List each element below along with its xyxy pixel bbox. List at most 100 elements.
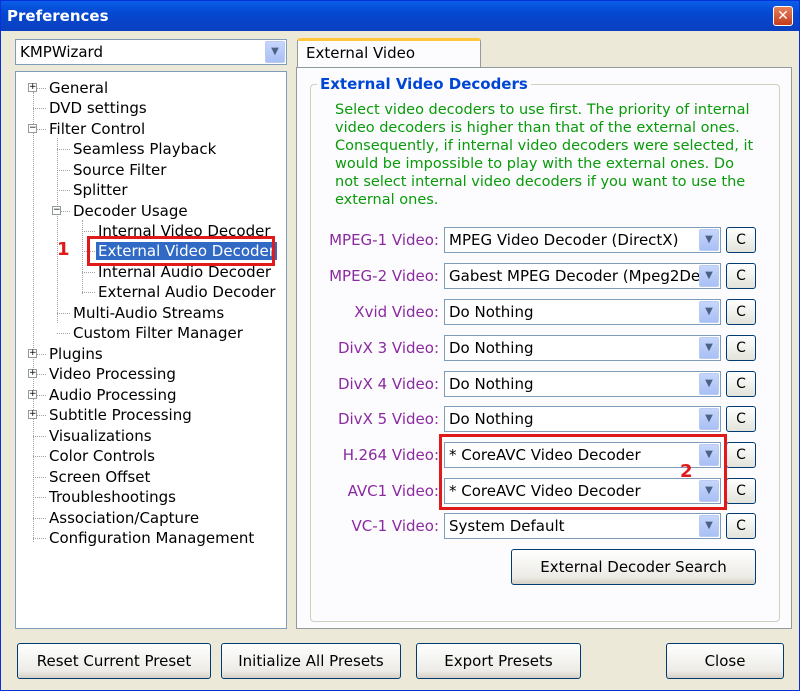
tree-connector	[33, 497, 46, 498]
tree-connector	[57, 190, 70, 191]
export-presets-button[interactable]: Export Presets	[416, 643, 581, 679]
select-value: MPEG Video Decoder (DirectX)	[449, 231, 679, 249]
tree-connector	[33, 92, 34, 542]
tree-item-label: Plugins	[49, 345, 103, 363]
h-264-video-label: H.264 Video:	[342, 446, 439, 464]
tree-item-label: Subtitle Processing	[49, 406, 192, 424]
tree-item-general[interactable]: General	[47, 78, 110, 98]
chevron-down-icon[interactable]: ▼	[699, 408, 719, 430]
tree-connector	[57, 333, 70, 334]
tree-item-label: Audio Processing	[49, 386, 177, 404]
tree-item-label: Decoder Usage	[73, 202, 188, 220]
collapse-icon[interactable]: −	[52, 206, 61, 215]
vc-1-video-c-button[interactable]: C	[726, 513, 756, 539]
chevron-down-icon[interactable]: ▼	[699, 265, 719, 287]
reset-current-preset-button[interactable]: Reset Current Preset	[17, 643, 211, 679]
initialize-all-presets-button[interactable]: Initialize All Presets	[221, 643, 401, 679]
tree-connector	[57, 313, 70, 314]
xvid-video-label: Xvid Video:	[354, 303, 439, 321]
divx-4-video-c-button[interactable]: C	[726, 371, 756, 397]
title-bar: Preferences ✕	[1, 1, 799, 31]
tree-item-visualizations[interactable]: Visualizations	[47, 426, 154, 446]
tree-item-splitter[interactable]: Splitter	[71, 180, 130, 200]
h-264-video-c-button[interactable]: C	[726, 442, 756, 468]
expand-icon[interactable]: +	[28, 390, 37, 399]
tree-item-label: Visualizations	[49, 427, 152, 445]
mpeg-2-video-select[interactable]: Gabest MPEG Decoder (Mpeg2DecF ▼	[444, 263, 721, 289]
tree-item-label: Seamless Playback	[73, 140, 217, 158]
chevron-down-icon[interactable]: ▼	[265, 41, 285, 63]
tree-item-label: External Audio Decoder	[98, 283, 276, 301]
tree-item-configuration-management[interactable]: Configuration Management	[47, 528, 256, 548]
tree-item-label: Filter Control	[49, 120, 146, 138]
expand-icon[interactable]: +	[28, 369, 37, 378]
mpeg-1-video-select[interactable]: MPEG Video Decoder (DirectX) ▼	[444, 227, 721, 253]
tree-item-filter-control[interactable]: Filter Control	[47, 119, 147, 139]
tree-connector	[33, 477, 46, 478]
avc1-video-c-button[interactable]: C	[726, 478, 756, 504]
divx-3-video-label: DivX 3 Video:	[337, 339, 439, 357]
tree-connector	[33, 456, 46, 457]
window-title: Preferences	[7, 7, 109, 25]
settings-tree[interactable]: General + DVD settings Filter Control − Seaml…	[15, 71, 287, 629]
collapse-icon[interactable]: −	[28, 124, 37, 133]
tree-item-subtitle-processing[interactable]: Subtitle Processing	[47, 405, 194, 425]
expand-icon[interactable]: +	[28, 83, 37, 92]
preset-select[interactable]: KMPWizard ▼	[15, 39, 287, 65]
tree-item-label: General	[49, 79, 109, 97]
divx-4-video-select[interactable]: Do Nothing ▼	[444, 371, 721, 397]
tree-item-seamless-playback[interactable]: Seamless Playback	[71, 139, 218, 159]
tree-item-label: Association/Capture	[49, 509, 200, 527]
tree-item-color-controls[interactable]: Color Controls	[47, 446, 157, 466]
divx-5-video-c-button[interactable]: C	[726, 406, 756, 432]
tree-item-association-capture[interactable]: Association/Capture	[47, 508, 201, 528]
divx-3-video-c-button[interactable]: C	[726, 335, 756, 361]
expand-icon[interactable]: +	[28, 410, 37, 419]
vc-1-video-select[interactable]: System Default ▼	[444, 513, 721, 539]
tree-item-external-audio-decoder[interactable]: External Audio Decoder	[96, 282, 278, 302]
tree-item-label: Video Processing	[49, 365, 176, 383]
divx-3-video-select[interactable]: Do Nothing ▼	[444, 335, 721, 361]
tree-item-plugins[interactable]: Plugins	[47, 344, 105, 364]
expand-icon[interactable]: +	[28, 349, 37, 358]
tree-item-label: Splitter	[73, 181, 128, 199]
highlight-box-1	[87, 236, 275, 266]
tab-external-video-decoder[interactable]: External Video Decoder	[297, 38, 481, 86]
external-decoder-search-button[interactable]: External Decoder Search	[511, 549, 756, 585]
tree-item-troubleshootings[interactable]: Troubleshootings	[47, 487, 178, 507]
group-description: Select video decoders to use first. The …	[335, 102, 754, 208]
chevron-down-icon[interactable]: ▼	[699, 301, 719, 323]
mpeg-2-video-c-button[interactable]: C	[726, 263, 756, 289]
tree-item-custom-filter-manager[interactable]: Custom Filter Manager	[71, 323, 245, 343]
vc-1-video-label: VC-1 Video:	[351, 517, 439, 535]
tree-item-label: Custom Filter Manager	[73, 324, 243, 342]
xvid-video-select[interactable]: Do Nothing ▼	[444, 299, 721, 325]
tree-item-decoder-usage[interactable]: Decoder Usage	[71, 201, 190, 221]
close-window-button[interactable]: ✕	[773, 6, 793, 26]
chevron-down-icon[interactable]: ▼	[699, 515, 719, 537]
tree-item-dvd-settings[interactable]: DVD settings	[47, 98, 149, 118]
chevron-down-icon[interactable]: ▼	[699, 229, 719, 251]
select-value: Do Nothing	[449, 375, 534, 393]
tree-connector	[82, 231, 95, 232]
chevron-down-icon[interactable]: ▼	[699, 373, 719, 395]
xvid-video-c-button[interactable]: C	[726, 299, 756, 325]
close-button[interactable]: Close	[666, 643, 784, 679]
tree-connector	[57, 149, 70, 150]
tree-item-audio-processing[interactable]: Audio Processing	[47, 385, 179, 405]
mpeg-1-video-label: MPEG-1 Video:	[329, 231, 439, 249]
chevron-down-icon[interactable]: ▼	[699, 337, 719, 359]
select-value: Do Nothing	[449, 339, 534, 357]
divx-5-video-select[interactable]: Do Nothing ▼	[444, 406, 721, 432]
tree-connector	[57, 170, 70, 171]
tree-item-screen-offset[interactable]: Screen Offset	[47, 467, 152, 487]
tree-item-video-processing[interactable]: Video Processing	[47, 364, 178, 384]
annotation-marker-2: 2	[680, 461, 693, 482]
tree-item-source-filter[interactable]: Source Filter	[71, 160, 168, 180]
tree-item-label: Configuration Management	[49, 529, 255, 547]
select-value: Do Nothing	[449, 410, 534, 428]
mpeg-1-video-c-button[interactable]: C	[726, 227, 756, 253]
tree-item-label: Multi-Audio Streams	[73, 304, 225, 322]
tree-item-multi-audio-streams[interactable]: Multi-Audio Streams	[71, 303, 226, 323]
tree-connector	[82, 292, 95, 293]
